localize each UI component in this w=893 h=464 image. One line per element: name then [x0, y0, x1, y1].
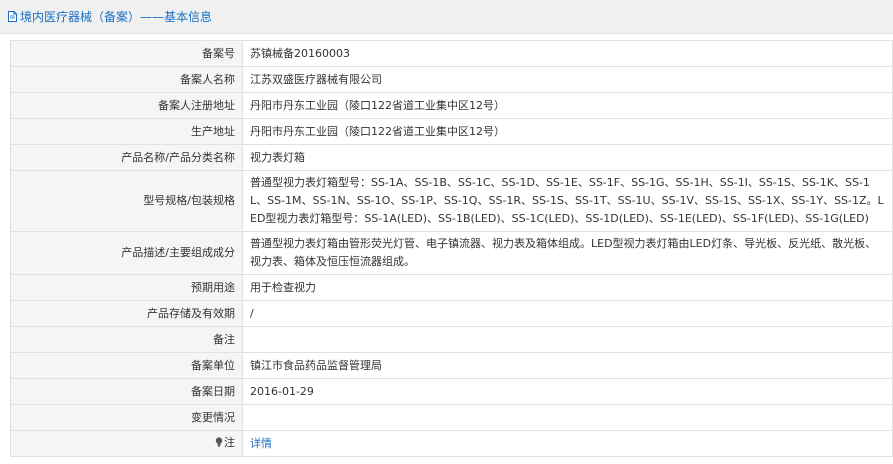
field-value: 苏镇械备20160003	[242, 40, 893, 67]
field-value: 丹阳市丹东工业园（陵口122省道工业集中区12号）	[242, 118, 893, 145]
field-value: 视力表灯箱	[242, 144, 893, 171]
field-value: 用于检查视力	[242, 274, 893, 301]
table-row: 产品描述/主要组成成分 普通型视力表灯箱由管形荧光灯管、电子镇流器、视力表及箱体…	[10, 231, 893, 275]
field-label: 备注	[10, 326, 243, 353]
field-label: 变更情况	[10, 404, 243, 431]
field-value	[242, 404, 893, 431]
field-label: 产品名称/产品分类名称	[10, 144, 243, 171]
field-value: 江苏双盛医疗器械有限公司	[242, 66, 893, 93]
table-row: 生产地址 丹阳市丹东工业园（陵口122省道工业集中区12号）	[10, 118, 893, 145]
table-row: 备案人名称 江苏双盛医疗器械有限公司	[10, 66, 893, 93]
info-table: 备案号 苏镇械备20160003 备案人名称 江苏双盛医疗器械有限公司 备案人注…	[10, 40, 893, 457]
table-row: 备案日期 2016-01-29	[10, 378, 893, 405]
table-row: 备案单位 镇江市食品药品监督管理局	[10, 352, 893, 379]
field-label: 预期用途	[10, 274, 243, 301]
detail-link[interactable]: 详情	[250, 437, 272, 450]
table-row: 变更情况	[10, 404, 893, 431]
page-header: 境内医疗器械（备案）——基本信息	[0, 0, 893, 34]
note-label: 注	[224, 436, 235, 449]
table-row: 型号规格/包装规格 普通型视力表灯箱型号：SS-1A、SS-1B、SS-1C、S…	[10, 170, 893, 232]
note-value-cell: 详情	[242, 430, 893, 457]
field-label: 备案单位	[10, 352, 243, 379]
table-row: 备案人注册地址 丹阳市丹东工业园（陵口122省道工业集中区12号）	[10, 92, 893, 119]
field-value: /	[242, 300, 893, 327]
note-row: 注 详情	[10, 430, 893, 457]
note-label-cell: 注	[10, 430, 243, 457]
field-label: 备案人名称	[10, 66, 243, 93]
field-value: 镇江市食品药品监督管理局	[242, 352, 893, 379]
document-icon	[8, 11, 17, 22]
table-row: 产品存储及有效期 /	[10, 300, 893, 327]
field-label: 备案号	[10, 40, 243, 67]
field-label: 型号规格/包装规格	[10, 170, 243, 232]
table-row: 备注	[10, 326, 893, 353]
field-value: 2016-01-29	[242, 378, 893, 405]
field-label: 备案日期	[10, 378, 243, 405]
page-title: 境内医疗器械（备案）——基本信息	[20, 10, 213, 24]
field-value	[242, 326, 893, 353]
field-label: 产品存储及有效期	[10, 300, 243, 327]
table-row: 备案号 苏镇械备20160003	[10, 40, 893, 67]
table-row: 预期用途 用于检查视力	[10, 274, 893, 301]
field-value: 丹阳市丹东工业园（陵口122省道工业集中区12号）	[242, 92, 893, 119]
field-value: 普通型视力表灯箱型号：SS-1A、SS-1B、SS-1C、SS-1D、SS-1E…	[242, 170, 893, 232]
lightbulb-icon	[215, 435, 223, 453]
field-label: 生产地址	[10, 118, 243, 145]
field-label: 产品描述/主要组成成分	[10, 231, 243, 275]
field-value: 普通型视力表灯箱由管形荧光灯管、电子镇流器、视力表及箱体组成。LED型视力表灯箱…	[242, 231, 893, 275]
table-row: 产品名称/产品分类名称 视力表灯箱	[10, 144, 893, 171]
field-label: 备案人注册地址	[10, 92, 243, 119]
